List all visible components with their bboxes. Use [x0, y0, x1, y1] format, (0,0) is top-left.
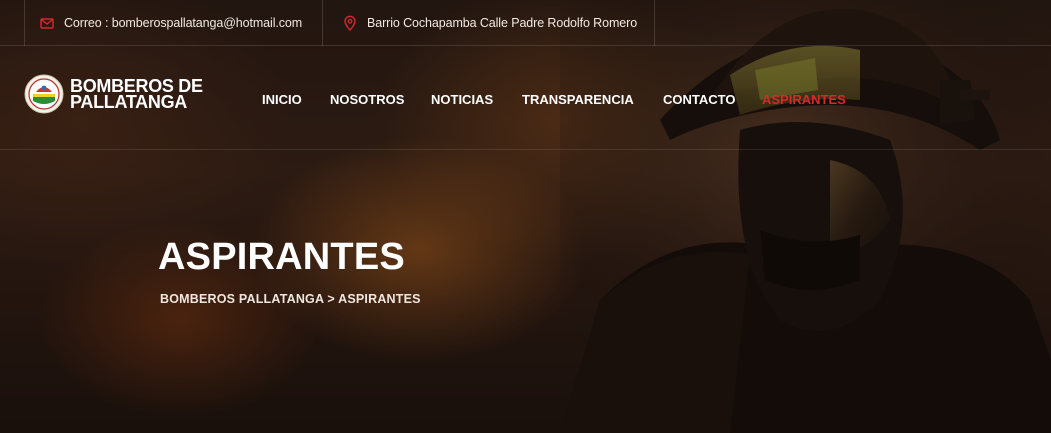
divider	[654, 0, 655, 46]
site-header: BOMBEROS DE PALLATANGA INICIO NOSOTROS N…	[0, 46, 1051, 150]
location-pin-icon	[342, 15, 358, 31]
nav-item-nosotros[interactable]: NOSOTROS	[330, 92, 404, 107]
contact-bar: Correo : bomberospallatanga@hotmail.com …	[0, 0, 1051, 46]
logo-line-2: PALLATANGA	[70, 92, 187, 112]
divider	[322, 0, 323, 46]
fire-department-emblem-icon	[24, 74, 64, 114]
page-title: ASPIRANTES	[158, 236, 405, 278]
nav-item-noticias[interactable]: NOTICIAS	[431, 92, 493, 107]
breadcrumb: BOMBEROS PALLATANGA > ASPIRANTES	[160, 292, 421, 306]
nav-item-inicio[interactable]: INICIO	[262, 92, 302, 107]
nav-item-contacto[interactable]: CONTACTO	[663, 92, 735, 107]
address-text: Barrio Cochapamba Calle Padre Rodolfo Ro…	[367, 16, 638, 30]
site-logo[interactable]: BOMBEROS DE PALLATANGA	[24, 74, 203, 114]
envelope-icon	[39, 15, 55, 31]
nav-item-transparencia[interactable]: TRANSPARENCIA	[522, 92, 634, 107]
contact-email[interactable]: Correo : bomberospallatanga@hotmail.com	[39, 0, 302, 46]
logo-text: BOMBEROS DE PALLATANGA	[70, 77, 203, 112]
divider	[24, 0, 25, 46]
email-text: Correo : bomberospallatanga@hotmail.com	[64, 16, 303, 30]
contact-address[interactable]: Barrio Cochapamba Calle Padre Rodolfo Ro…	[342, 0, 637, 46]
nav-item-aspirantes[interactable]: ASPIRANTES	[762, 92, 846, 107]
